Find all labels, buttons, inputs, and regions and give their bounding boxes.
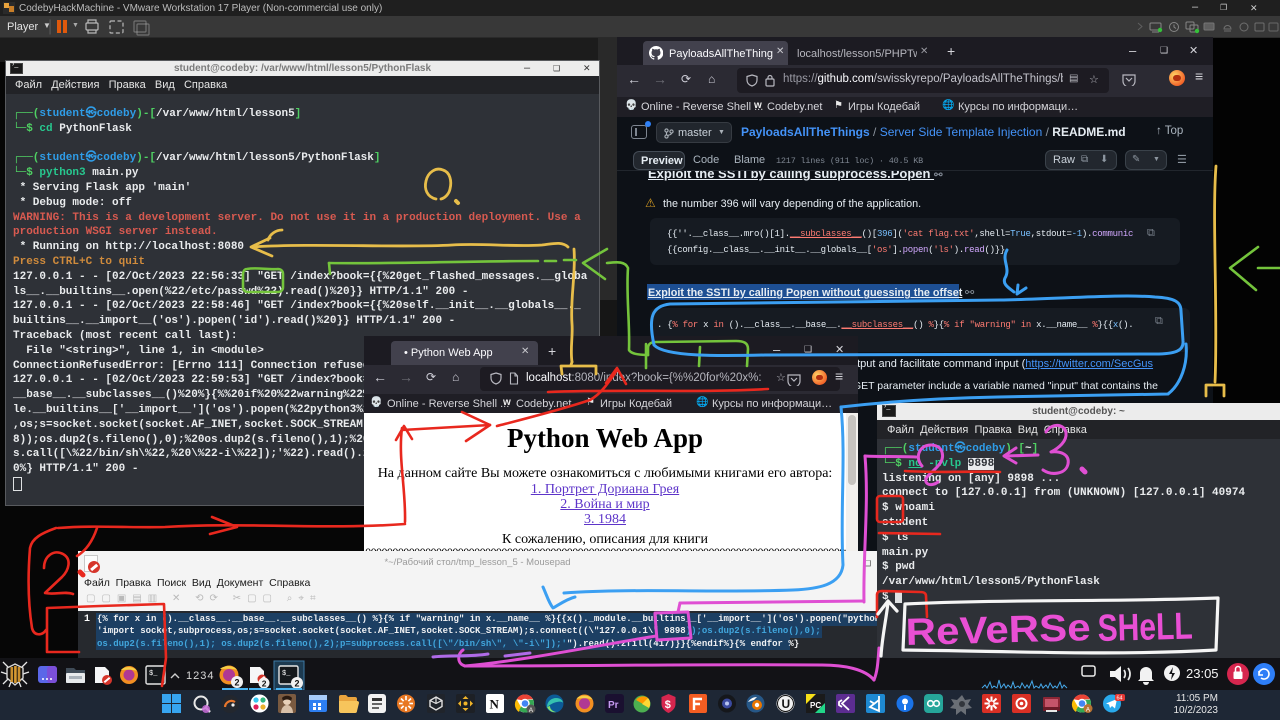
svg-text:SHeLL: SHeLL	[1097, 606, 1193, 650]
svg-text:ReVeRSe: ReVeRSe	[905, 607, 1091, 654]
